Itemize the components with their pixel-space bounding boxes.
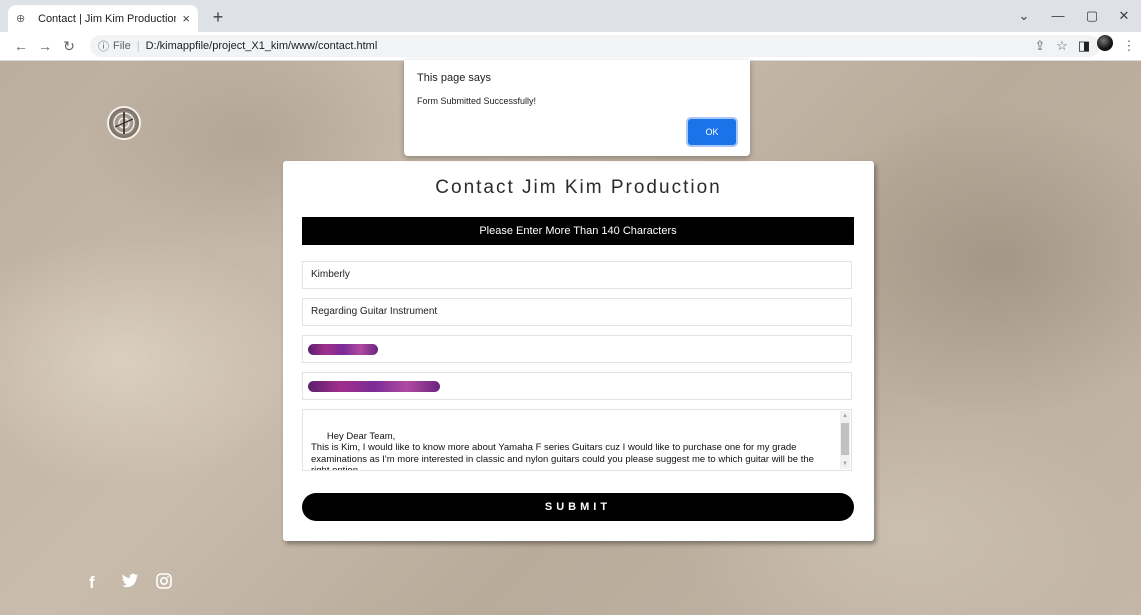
twitter-icon[interactable] (121, 573, 139, 593)
minimize-icon[interactable]: — (1042, 4, 1074, 28)
name-input[interactable]: Kimberly (302, 261, 852, 289)
reload-icon[interactable]: ↻ (58, 34, 80, 58)
info-icon[interactable]: ⓘ (98, 38, 109, 54)
site-logo-icon: ⊕ (16, 13, 26, 25)
tab-close-icon[interactable]: × (182, 11, 190, 26)
dialog-heading: This page says (417, 72, 491, 84)
scrollbar-thumb[interactable] (841, 423, 849, 455)
side-panel-icon[interactable]: ◨ (1075, 36, 1093, 56)
restore-icon[interactable]: ▢ (1076, 4, 1108, 28)
arrow-left-icon[interactable]: ← (10, 34, 32, 58)
facebook-icon[interactable]: f (89, 573, 95, 593)
browser-toolbar: ← → ↻ ⓘ File | D:/kimappfile/project_X1_… (0, 32, 1141, 61)
form-title: Contact Jim Kim Production (435, 177, 722, 198)
alert-dialog: This page says Form Submitted Successful… (404, 60, 750, 156)
star-icon[interactable]: ☆ (1053, 36, 1071, 56)
chevron-down-icon[interactable]: ⌄ (1008, 4, 1040, 28)
close-icon[interactable]: ✕ (1108, 4, 1140, 28)
character-requirement-banner: Please Enter More Than 140 Characters (302, 217, 854, 245)
url-scheme: File (113, 40, 131, 52)
phone-input[interactable] (302, 372, 852, 400)
browser-tab[interactable]: ⊕ Contact | Jim Kim Production × (8, 5, 198, 32)
scroll-down-icon[interactable]: ▼ (840, 459, 850, 469)
email-input[interactable] (302, 335, 852, 363)
textarea-scrollbar[interactable]: ▲ ▼ (840, 411, 850, 469)
url-separator: | (136, 40, 140, 52)
instagram-icon[interactable] (156, 573, 172, 593)
arrow-right-icon[interactable]: → (34, 34, 56, 58)
redacted-value (308, 381, 440, 392)
profile-avatar[interactable] (1097, 35, 1113, 51)
kebab-menu-icon[interactable]: ⋮ (1120, 36, 1138, 56)
browser-tab-strip: ⊕ Contact | Jim Kim Production × + ⌄ — ▢… (0, 0, 1141, 32)
site-logo-icon[interactable] (107, 106, 141, 140)
dialog-ok-button[interactable]: OK (688, 119, 736, 145)
scroll-up-icon[interactable]: ▲ (840, 411, 850, 421)
dialog-message: Form Submitted Successfully! (417, 96, 537, 106)
submit-button[interactable]: SUBMIT (302, 493, 854, 521)
contact-form-card: Contact Jim Kim Production Please Enter … (283, 161, 874, 541)
url-text: D:/kimappfile/project_X1_kim/www/contact… (145, 40, 378, 52)
tab-title: Contact | Jim Kim Production (38, 12, 177, 25)
message-text: Hey Dear Team, This is Kim, I would like… (311, 430, 814, 471)
new-tab-button[interactable]: + (206, 6, 230, 28)
subject-input[interactable]: Regarding Guitar Instrument (302, 298, 852, 326)
redacted-value (308, 344, 378, 355)
address-bar[interactable]: ⓘ File | D:/kimappfile/project_X1_kim/ww… (90, 35, 1100, 57)
share-icon[interactable]: ⇪ (1031, 36, 1049, 56)
message-textarea[interactable]: Hey Dear Team, This is Kim, I would like… (302, 409, 852, 471)
